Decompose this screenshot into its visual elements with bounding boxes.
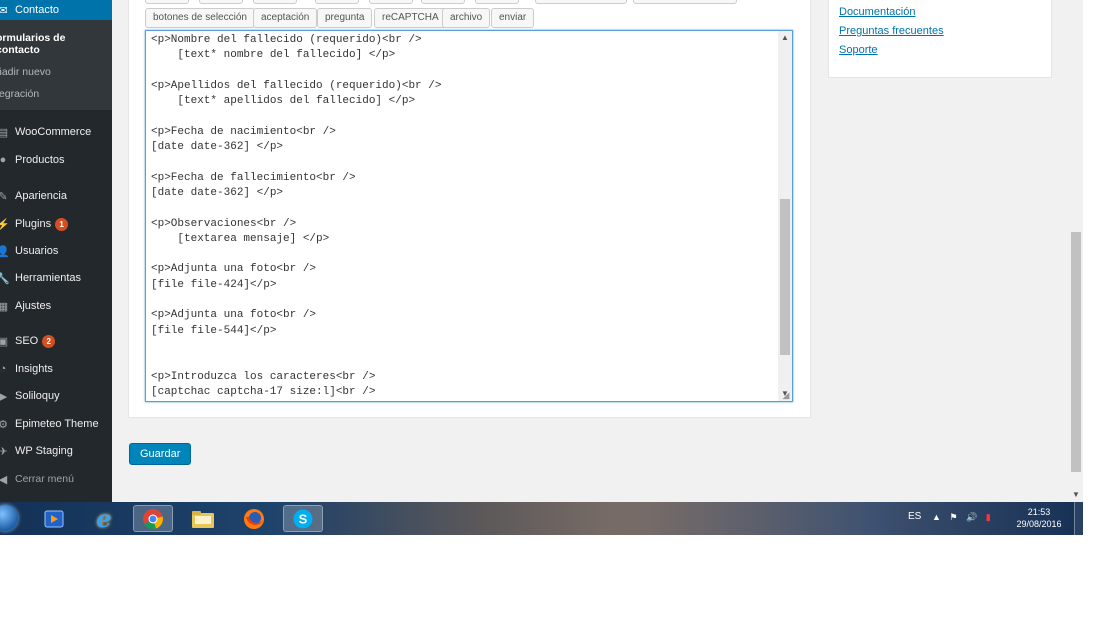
submenu-integracion[interactable]: tegración — [0, 88, 39, 100]
collapse-menu-label: Cerrar menú — [15, 473, 74, 485]
sidebar-item-usuarios[interactable]: 👤 Usuarios — [0, 241, 112, 261]
staging-icon: ✈ — [0, 445, 8, 458]
users-icon: 👤 — [0, 245, 10, 258]
input-language-indicator[interactable]: ES — [908, 511, 921, 522]
settings-icon: ▦ — [0, 300, 9, 313]
sidebar-item-label: Plugins — [15, 218, 52, 230]
file-explorer-icon[interactable] — [183, 505, 223, 532]
sidebar-item-epimeteo-theme[interactable]: ⚙ Epimeteo Theme — [0, 414, 112, 434]
media-player-icon[interactable] — [34, 505, 74, 532]
sidebar-item-label: Ajustes — [15, 300, 52, 312]
mail-icon: ✉ — [0, 4, 8, 17]
plugins-update-badge: 1 — [55, 217, 69, 231]
tag-button-hidden[interactable] — [369, 0, 413, 4]
sidebar-item-insights[interactable]: ◔ Insights — [0, 359, 112, 379]
theme-icon: ⚙ — [0, 418, 8, 431]
appearance-icon: ✎ — [0, 190, 8, 203]
sidebar-item-label: Apariencia — [15, 190, 67, 202]
sidebar-item-contacto[interactable]: ✉ Contacto — [0, 0, 112, 20]
sidebar-item-label: Productos — [15, 154, 65, 166]
network-warning-icon[interactable]: ▮ — [986, 512, 994, 522]
sidebar-item-ajustes[interactable]: ▦ Ajustes — [0, 296, 112, 316]
page-scroll-thumb[interactable] — [1071, 232, 1081, 472]
collapse-icon: ◀ — [0, 473, 8, 486]
plugins-icon: ⚡ — [0, 218, 10, 231]
screen: ✉ Contacto ormularios de contacto ñadir … — [0, 0, 1083, 535]
form-template-textarea[interactable]: <p>Nombre del fallecido (requerido)<br /… — [145, 30, 793, 402]
tag-button-quiz[interactable]: pregunta — [317, 8, 373, 28]
sidebar-item-label: WooCommerce — [15, 126, 92, 138]
sidebar-item-woocommerce[interactable]: ▤ WooCommerce — [0, 122, 112, 142]
scroll-up-arrow-icon[interactable]: ▲ — [778, 31, 792, 45]
show-desktop-button[interactable] — [1074, 502, 1083, 535]
tag-button-hidden[interactable] — [633, 0, 737, 4]
sidebar-item-label: Usuarios — [15, 245, 59, 257]
sidebar-item-label: Contacto — [15, 4, 60, 16]
tag-button-hidden[interactable] — [535, 0, 627, 4]
tag-button-hidden[interactable] — [475, 0, 519, 4]
sidebar-item-seo[interactable]: ▣ SEO 2 — [0, 331, 112, 351]
submenu-formularios[interactable]: ormularios de contacto — [0, 32, 108, 56]
products-icon: ● — [0, 154, 7, 166]
save-button[interactable]: Guardar — [129, 443, 192, 465]
form-editor-panel: botones de selección aceptación pregunta… — [128, 0, 811, 418]
tools-icon: 🔧 — [0, 272, 10, 285]
soliloquy-icon: ▶ — [0, 390, 8, 403]
link-documentacion[interactable]: Documentación — [839, 6, 915, 18]
taskbar-clock[interactable]: 21:53 29/08/2016 — [1010, 506, 1068, 530]
sidebar-item-label: WP Staging — [15, 445, 73, 457]
firefox-icon[interactable] — [234, 505, 274, 532]
sidebar-item-productos[interactable]: ● Productos — [0, 150, 112, 170]
resize-handle-icon[interactable]: ◢ — [781, 390, 791, 400]
chrome-icon[interactable] — [133, 505, 173, 532]
sidebar-item-label: Soliloquy — [15, 390, 60, 402]
sidebar-item-label: Herramientas — [15, 272, 82, 284]
page-scrollbar[interactable]: ▼ — [1069, 0, 1083, 502]
seo-icon: ▣ — [0, 335, 9, 348]
windows-taskbar: e S ES ▲ ⚑ 🔊 ▮ 21:53 29/08/2016 — [0, 502, 1083, 535]
tag-button-hidden[interactable] — [421, 0, 465, 4]
contacto-submenu: ormularios de contacto ñadir nuevo tegra… — [0, 20, 112, 110]
woocommerce-icon: ▤ — [0, 126, 9, 139]
textarea-scrollbar[interactable]: ▲ ▼ — [778, 31, 792, 401]
svg-text:S: S — [299, 511, 308, 526]
tag-button-hidden[interactable] — [253, 0, 297, 4]
page-scroll-down-arrow-icon[interactable]: ▼ — [1069, 488, 1083, 502]
admin-sidebar: ✉ Contacto ormularios de contacto ñadir … — [0, 0, 112, 502]
clock-time: 21:53 — [1027, 507, 1051, 517]
sidebar-item-apariencia[interactable]: ✎ Apariencia — [0, 186, 112, 206]
action-center-flag-icon[interactable]: ⚑ — [949, 512, 960, 522]
textarea-scroll-thumb[interactable] — [780, 199, 790, 355]
skype-icon[interactable]: S — [283, 505, 323, 532]
tray-expand-icon[interactable]: ▲ — [932, 512, 944, 522]
collapse-menu-button[interactable]: ◀ Cerrar menú — [0, 469, 112, 489]
form-template-code: <p>Nombre del fallecido (requerido)<br /… — [151, 34, 442, 398]
tag-button-selection[interactable]: botones de selección — [145, 8, 255, 28]
volume-icon[interactable]: 🔊 — [966, 512, 980, 522]
tag-button-hidden[interactable] — [199, 0, 243, 4]
internet-explorer-icon[interactable]: e — [84, 504, 124, 533]
link-preguntas-frecuentes[interactable]: Preguntas frecuentes — [839, 25, 944, 37]
tag-button-hidden[interactable] — [145, 0, 189, 4]
system-tray-icons[interactable]: ▲ ⚑ 🔊 ▮ — [932, 512, 994, 523]
sidebar-item-herramientas[interactable]: 🔧 Herramientas — [0, 268, 112, 288]
link-soporte[interactable]: Soporte — [839, 44, 878, 56]
tag-button-acceptance[interactable]: aceptación — [253, 8, 318, 28]
tag-button-recaptcha[interactable]: reCAPTCHA — [374, 8, 447, 28]
submenu-anadir-nuevo[interactable]: ñadir nuevo — [0, 66, 51, 78]
sidebar-item-plugins[interactable]: ⚡ Plugins 1 — [0, 214, 112, 234]
insights-icon: ◔ — [0, 363, 7, 375]
tag-button-submit[interactable]: enviar — [491, 8, 535, 28]
tag-button-file[interactable]: archivo — [442, 8, 491, 28]
sidebar-item-soliloquy[interactable]: ▶ Soliloquy — [0, 386, 112, 406]
sidebar-item-label: Insights — [15, 363, 53, 375]
seo-notification-badge: 2 — [42, 334, 56, 348]
sidebar-item-label: SEO — [15, 335, 39, 347]
tag-button-hidden[interactable] — [315, 0, 359, 4]
sidebar-item-wp-staging[interactable]: ✈ WP Staging — [0, 441, 112, 461]
help-box: Documentación Preguntas frecuentes Sopor… — [828, 0, 1052, 78]
clock-date: 29/08/2016 — [1016, 519, 1062, 529]
sidebar-item-label: Epimeteo Theme — [15, 418, 99, 430]
